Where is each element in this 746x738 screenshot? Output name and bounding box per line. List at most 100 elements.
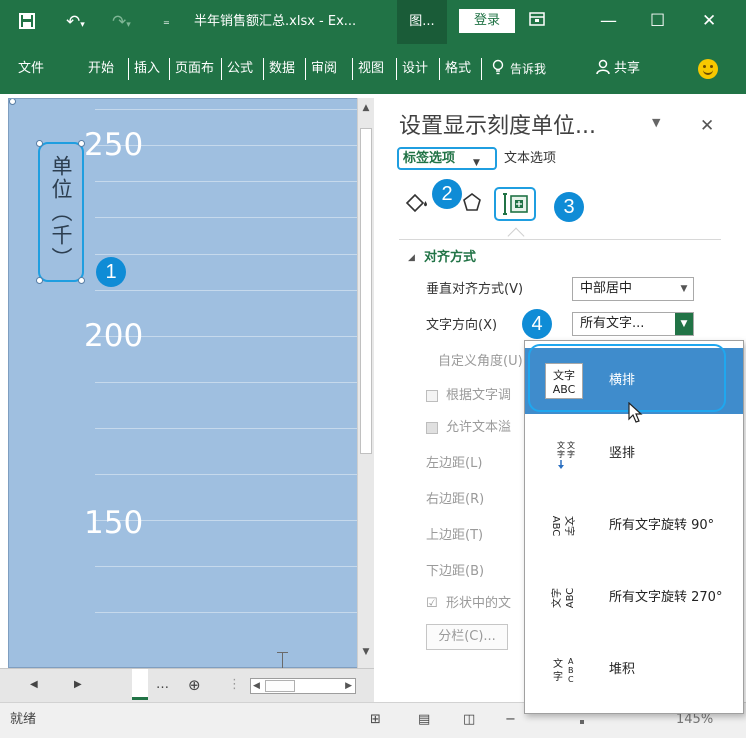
tab-insert[interactable]: 插入 — [134, 59, 160, 79]
text-cursor-mark-top — [277, 652, 288, 653]
zoom-slider-marker[interactable] — [580, 720, 584, 724]
scroll-up-arrow-icon[interactable]: ▲ — [358, 100, 374, 116]
sheet-prev-arrow-icon[interactable]: ◀ — [30, 676, 38, 694]
chart-tools-context-tab[interactable]: 图... — [397, 0, 447, 44]
fill-line-icon[interactable] — [402, 188, 436, 222]
status-ready-text: 就绪 — [10, 712, 37, 727]
sheet-tab-bar: ◀ ▶ … ⊕ ⋮ ◀ ▶ — [0, 668, 374, 702]
columns-button[interactable]: 分栏(C)... — [426, 624, 508, 650]
more-sheets-icon[interactable]: … — [156, 676, 169, 694]
tab-home[interactable]: 开始 — [88, 59, 114, 79]
chart-frame — [8, 98, 374, 668]
resize-shape-checkbox[interactable] — [426, 390, 438, 402]
vertical-alignment-value: 中部居中 — [580, 281, 633, 296]
login-button[interactable]: 登录 — [459, 9, 515, 33]
pane-close-icon[interactable]: ✕ — [700, 116, 714, 136]
svg-text:A: A — [568, 657, 574, 666]
scrollbar-thumb[interactable] — [360, 128, 372, 454]
allow-overflow-label: 允许文本溢 — [446, 420, 512, 435]
menu-item-rotate-90[interactable]: 文字 ABC 所有文字旋转 90° — [525, 493, 743, 559]
vertical-alignment-dropdown-icon[interactable]: ▼ — [675, 278, 693, 300]
tell-me-search[interactable]: 告诉我 — [510, 59, 546, 79]
horizontal-option-highlight — [528, 344, 726, 412]
section-alignment-heading[interactable]: 对齐方式 — [424, 249, 476, 267]
feedback-smiley-icon[interactable] — [698, 59, 718, 79]
save-icon[interactable] — [18, 12, 36, 35]
section-collapse-icon[interactable]: ◢ — [408, 253, 415, 263]
allow-overflow-checkbox[interactable] — [426, 422, 438, 434]
menu-item-stacked[interactable]: 文字ABC 堆积 — [525, 637, 743, 703]
tab-separator — [305, 58, 306, 80]
add-sheet-icon[interactable]: ⊕ — [188, 676, 201, 694]
tab-page-layout[interactable]: 页面布 — [175, 59, 214, 79]
callout-3: 3 — [554, 192, 584, 222]
tab-file[interactable]: 文件 — [18, 59, 44, 79]
svg-text:C: C — [568, 675, 574, 684]
rotate-90-text-icon: 文字 ABC — [545, 508, 583, 544]
left-margin-label: 左边距(L) — [426, 456, 483, 471]
tab-view[interactable]: 视图 — [358, 59, 384, 79]
wrap-text-check-icon[interactable]: ☑ — [426, 595, 438, 613]
tab-data[interactable]: 数据 — [269, 59, 295, 79]
tab-separator — [221, 58, 222, 80]
tab-separator — [396, 58, 397, 80]
selected-tab-pointer — [507, 227, 525, 245]
horizontal-scrollbar[interactable]: ◀ ▶ — [250, 678, 356, 694]
tab-design[interactable]: 设计 — [402, 59, 428, 79]
svg-text:文字: 文字 — [550, 588, 563, 608]
horizontal-scroll-thumb[interactable] — [265, 680, 295, 692]
scroll-right-arrow-icon[interactable]: ▶ — [345, 679, 352, 693]
svg-text:字: 字 — [557, 449, 565, 459]
page-break-view-icon[interactable]: ◫ — [463, 711, 475, 729]
vertical-scrollbar[interactable]: ▲ ▼ — [357, 98, 374, 668]
tab-formulas[interactable]: 公式 — [227, 59, 253, 79]
share-button[interactable]: 共享 — [614, 59, 640, 79]
svg-text:文字: 文字 — [563, 516, 576, 536]
share-user-icon[interactable] — [596, 59, 610, 82]
menu-item-rotate-270[interactable]: 文字 ABC 所有文字旋转 270° — [525, 565, 743, 631]
lightbulb-icon — [492, 59, 504, 82]
svg-text:文: 文 — [567, 440, 575, 450]
menu-item-label: 所有文字旋转 270° — [609, 590, 723, 605]
svg-text:文: 文 — [557, 440, 565, 450]
svg-text:ABC: ABC — [565, 588, 576, 609]
menu-item-vertical[interactable]: 文字文字 竖排 — [525, 421, 743, 487]
page-layout-view-icon[interactable]: ▤ — [418, 711, 430, 729]
ribbon-display-options-icon[interactable] — [529, 10, 545, 32]
top-margin-label: 上边距(T) — [426, 528, 484, 543]
maximize-icon[interactable]: ☐ — [650, 10, 665, 32]
sheetbar-splitter-icon[interactable]: ⋮ — [228, 676, 241, 694]
right-margin-label: 右边距(R) — [426, 492, 485, 507]
pane-options-dropdown-icon[interactable]: ▼ — [652, 116, 660, 129]
tab-review[interactable]: 审阅 — [311, 59, 337, 79]
text-direction-select[interactable]: 所有文字... ▼ — [572, 312, 694, 336]
vertical-alignment-label: 垂直对齐方式(V) — [426, 282, 524, 297]
redo-icon[interactable]: ↷▾ — [112, 12, 131, 35]
menu-item-label: 堆积 — [609, 662, 636, 677]
bottom-margin-label: 下边距(B) — [426, 564, 485, 579]
size-properties-highlight — [494, 187, 536, 221]
zoom-out-icon[interactable]: − — [505, 711, 516, 729]
close-window-icon[interactable]: ✕ — [702, 10, 716, 32]
tab-text-options[interactable]: 文本选项 — [504, 150, 556, 168]
text-cursor-mark — [282, 652, 283, 668]
callout-4: 4 — [522, 309, 552, 339]
tab-separator — [128, 58, 129, 80]
title-bar: ↶▾ ↷▾ ₌ 半年销售额汇总.xlsx - Ex... 图... 登录 — ☐… — [0, 0, 746, 44]
svg-text:文: 文 — [553, 657, 563, 670]
effects-icon[interactable] — [458, 188, 492, 222]
vertical-alignment-select[interactable]: 中部居中 ▼ — [572, 277, 694, 301]
undo-icon[interactable]: ↶▾ — [66, 12, 85, 35]
minimize-icon[interactable]: — — [600, 10, 617, 32]
scroll-left-arrow-icon[interactable]: ◀ — [253, 679, 260, 693]
normal-view-icon[interactable]: ⊞ — [370, 711, 381, 729]
quick-access-customize-icon[interactable]: ₌ — [163, 12, 170, 32]
svg-text:B: B — [568, 666, 574, 675]
text-direction-dropdown-icon[interactable]: ▼ — [675, 313, 693, 335]
scroll-down-arrow-icon[interactable]: ▼ — [358, 644, 374, 660]
active-sheet-tab[interactable] — [132, 669, 148, 700]
tab-format[interactable]: 格式 — [445, 59, 471, 79]
text-direction-value: 所有文字... — [580, 316, 645, 331]
sheet-next-arrow-icon[interactable]: ▶ — [74, 676, 82, 694]
svg-text:字: 字 — [553, 670, 563, 683]
